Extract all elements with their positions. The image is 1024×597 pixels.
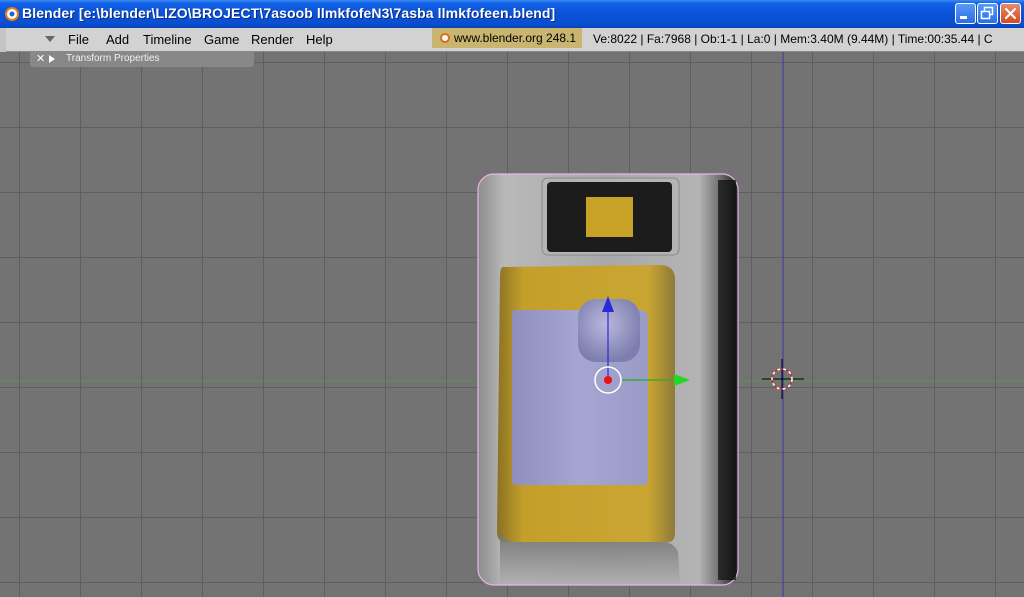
menu-file[interactable]: File xyxy=(68,32,89,47)
blender-orb-icon xyxy=(440,33,450,43)
menu-add[interactable]: Add xyxy=(106,32,129,47)
version-info-box: www.blender.org 248.1 xyxy=(432,28,582,48)
menu-game[interactable]: Game xyxy=(204,32,239,47)
menu-timeline[interactable]: Timeline xyxy=(143,32,192,47)
version-label: www.blender.org 248.1 xyxy=(454,31,577,45)
menu-help[interactable]: Help xyxy=(306,32,333,47)
header-collapse-icon[interactable] xyxy=(45,36,55,42)
close-button[interactable] xyxy=(1000,3,1021,24)
menu-render[interactable]: Render xyxy=(251,32,294,47)
window-titlebar: Blender [e:\blender\LIZO\BROJECT\7asoob … xyxy=(0,0,1024,28)
panel-close-icon[interactable]: ✕ xyxy=(36,52,45,65)
restore-icon xyxy=(980,6,994,20)
minimize-icon xyxy=(960,16,967,19)
transform-properties-panel[interactable]: ✕ Transform Properties xyxy=(30,52,254,67)
viewport-scene xyxy=(0,52,1024,597)
blender-logo-icon xyxy=(5,7,19,21)
header-edge xyxy=(0,28,6,52)
restore-button[interactable] xyxy=(977,3,998,24)
3d-viewport[interactable]: ✕ Transform Properties xyxy=(0,52,1024,597)
blender-header: File Add Timeline Game Render Help www.b… xyxy=(0,28,1024,52)
close-icon xyxy=(1004,7,1017,20)
panel-title: Transform Properties xyxy=(66,53,160,64)
scene-stats: Ve:8022 | Fa:7968 | Ob:1-1 | La:0 | Mem:… xyxy=(593,32,993,46)
window-title: Blender [e:\blender\LIZO\BROJECT\7asoob … xyxy=(22,5,556,21)
minimize-button[interactable] xyxy=(955,3,976,24)
panel-expand-icon[interactable] xyxy=(49,55,55,63)
